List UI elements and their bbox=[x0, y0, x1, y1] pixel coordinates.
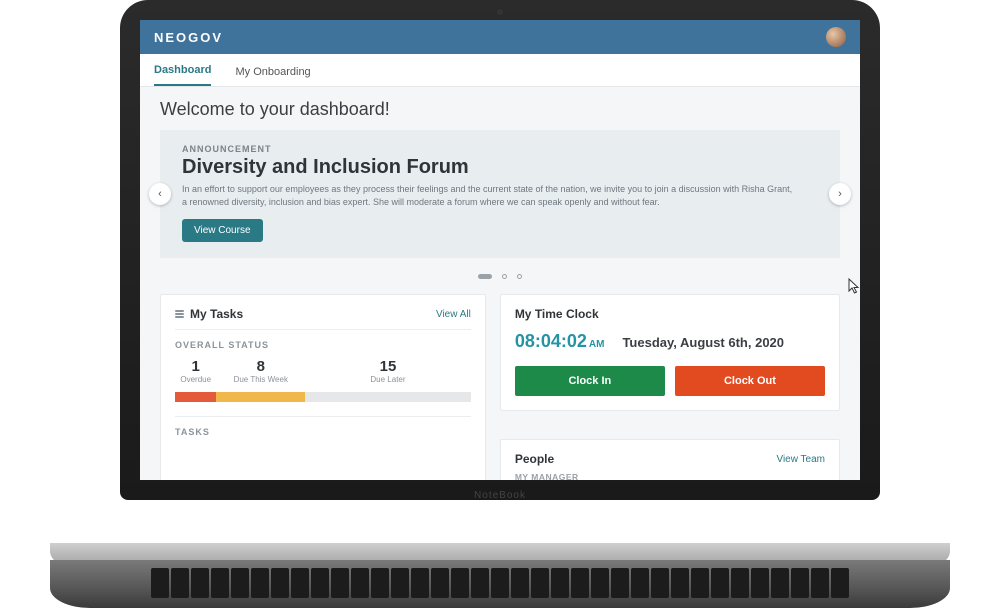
due-week-count: 8 bbox=[216, 358, 305, 375]
tasks-title: My Tasks bbox=[190, 307, 243, 321]
avatar[interactable] bbox=[826, 27, 846, 47]
laptop-keys bbox=[110, 568, 890, 598]
tasks-icon bbox=[175, 310, 184, 318]
overdue-label: Overdue bbox=[175, 375, 216, 384]
carousel-next[interactable]: › bbox=[829, 183, 851, 205]
time-clock-card: My Time Clock 08:04:02AM Tuesday, August… bbox=[500, 294, 840, 411]
due-later-label: Due Later bbox=[305, 375, 471, 384]
announcement-body: In an effort to support our employees as… bbox=[182, 183, 796, 209]
clock-ampm: AM bbox=[589, 339, 605, 350]
clock-in-button[interactable]: Clock In bbox=[515, 366, 665, 396]
tasks-section-label: TASKS bbox=[175, 416, 471, 437]
status-bar bbox=[175, 392, 471, 402]
nav-tabs: Dashboard My Onboarding bbox=[140, 54, 860, 87]
due-later-count: 15 bbox=[305, 358, 471, 375]
time-clock-title: My Time Clock bbox=[515, 307, 825, 321]
people-card: People View Team MY MANAGER bbox=[500, 439, 840, 480]
dot-3[interactable] bbox=[517, 274, 522, 279]
brand-logo: NEOGOV bbox=[154, 30, 223, 45]
carousel-prev[interactable]: ‹ bbox=[149, 183, 171, 205]
my-manager-label: MY MANAGER bbox=[515, 472, 825, 480]
laptop-label: NoteBook bbox=[474, 490, 526, 501]
view-team-link[interactable]: View Team bbox=[776, 454, 825, 465]
dot-1[interactable] bbox=[478, 274, 492, 279]
bar-overdue bbox=[175, 392, 216, 402]
view-course-button[interactable]: View Course bbox=[182, 219, 263, 242]
announcement-title: Diversity and Inclusion Forum bbox=[182, 156, 796, 179]
chevron-left-icon: ‹ bbox=[158, 188, 162, 200]
page-title: Welcome to your dashboard! bbox=[160, 99, 840, 120]
bar-due-later bbox=[305, 392, 471, 402]
due-week-label: Due This Week bbox=[216, 375, 305, 384]
dot-2[interactable] bbox=[502, 274, 507, 279]
announcement-label: ANNOUNCEMENT bbox=[182, 144, 796, 154]
topbar: NEOGOV bbox=[140, 20, 860, 54]
bar-due-week bbox=[216, 392, 305, 402]
carousel-dots bbox=[160, 266, 840, 284]
overdue-count: 1 bbox=[175, 358, 216, 375]
tab-dashboard[interactable]: Dashboard bbox=[154, 64, 211, 86]
chevron-right-icon: › bbox=[838, 188, 842, 200]
tab-onboarding[interactable]: My Onboarding bbox=[235, 66, 310, 86]
announcement-carousel: ‹ ANNOUNCEMENT Diversity and Inclusion F… bbox=[160, 130, 840, 258]
people-title: People bbox=[515, 452, 554, 466]
view-all-tasks[interactable]: View All bbox=[436, 309, 471, 320]
clock-date: Tuesday, August 6th, 2020 bbox=[622, 335, 784, 350]
clock-time: 08:04:02 bbox=[515, 331, 587, 351]
clock-out-button[interactable]: Clock Out bbox=[675, 366, 825, 396]
overall-status-label: OVERALL STATUS bbox=[175, 340, 471, 350]
laptop-camera bbox=[497, 9, 503, 15]
my-tasks-card: My Tasks View All OVERALL STATUS 1 Overd… bbox=[160, 294, 486, 480]
